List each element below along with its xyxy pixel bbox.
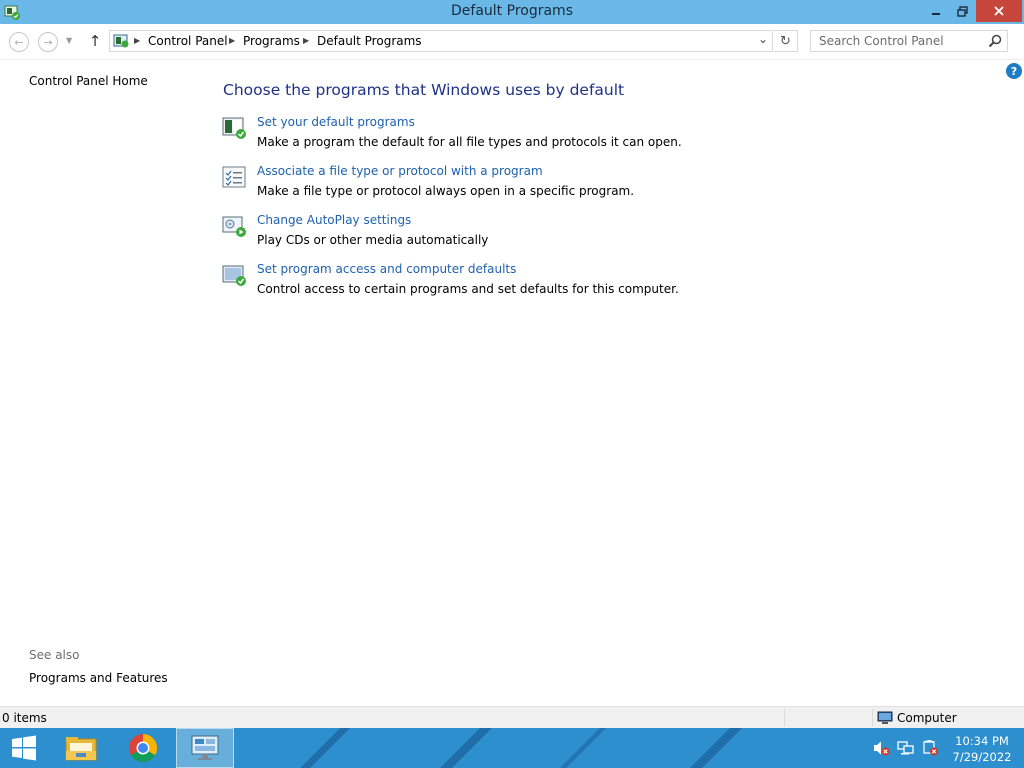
search-icon[interactable]	[987, 33, 1003, 49]
minimize-icon	[932, 13, 940, 15]
file-association-icon	[222, 166, 246, 188]
taskbar: 10:34 PM 7/29/2022	[0, 728, 1024, 768]
location-label: Computer	[897, 711, 957, 725]
folder-icon	[65, 737, 97, 761]
task-item: Set your default programs Make a program…	[221, 115, 741, 155]
default-programs-icon	[222, 117, 246, 139]
task-item: Set program access and computer defaults…	[221, 262, 741, 302]
forward-button[interactable]: →	[38, 32, 58, 52]
breadcrumb-default-programs[interactable]: Default Programs	[317, 34, 422, 48]
help-button[interactable]: ?	[1006, 63, 1022, 79]
close-button[interactable]	[976, 0, 1022, 22]
task-description: Play CDs or other media automatically	[257, 233, 489, 247]
system-clock[interactable]: 10:34 PM 7/29/2022	[952, 733, 1012, 765]
chevron-down-icon: ▼	[66, 36, 73, 45]
search-input[interactable]	[811, 31, 987, 51]
clock-date: 7/29/2022	[952, 750, 1012, 764]
breadcrumb-separator-icon[interactable]: ▶	[229, 36, 235, 45]
close-icon	[994, 6, 1004, 16]
refresh-button[interactable]: ↻	[774, 30, 798, 52]
program-access-icon	[222, 265, 246, 286]
program-access-defaults-link[interactable]: Set program access and computer defaults	[257, 262, 516, 276]
restore-icon	[956, 5, 968, 17]
recent-locations-button[interactable]: ▼	[66, 36, 72, 45]
title-bar: Default Programs	[0, 0, 1024, 24]
clock-time: 10:34 PM	[955, 734, 1009, 748]
change-autoplay-link[interactable]: Change AutoPlay settings	[257, 213, 411, 227]
programs-and-features-link[interactable]: Programs and Features	[29, 671, 168, 685]
breadcrumb-control-panel[interactable]: Control Panel	[148, 34, 228, 48]
minimize-button[interactable]	[922, 0, 950, 22]
task-description: Make a file type or protocol always open…	[257, 184, 635, 198]
control-panel-taskbar-button[interactable]	[176, 728, 234, 768]
forward-arrow-icon: →	[43, 35, 53, 49]
file-explorer-taskbar-button[interactable]	[52, 728, 110, 768]
navigation-bar: ← → ▼ ↑ ▶ Control Panel ▶ Programs ▶ Def…	[0, 24, 1024, 60]
status-bar: 0 items Computer	[0, 706, 1024, 728]
page-title: Choose the programs that Windows uses by…	[223, 81, 625, 99]
back-button[interactable]: ←	[9, 32, 29, 52]
search-box[interactable]	[810, 30, 1008, 52]
volume-muted-icon[interactable]	[872, 740, 890, 756]
control-panel-icon	[113, 34, 129, 48]
task-item: Change AutoPlay settings Play CDs or oth…	[221, 213, 741, 253]
associate-file-type-link[interactable]: Associate a file type or protocol with a…	[257, 164, 543, 178]
refresh-icon: ↻	[780, 33, 791, 49]
autoplay-icon	[222, 216, 246, 237]
start-button[interactable]	[0, 728, 48, 768]
items-count: 0 items	[2, 711, 47, 725]
breadcrumb-separator-icon[interactable]: ▶	[134, 36, 140, 45]
set-default-programs-link[interactable]: Set your default programs	[257, 115, 415, 129]
status-divider	[784, 709, 785, 726]
breadcrumb-separator-icon[interactable]: ▶	[303, 36, 309, 45]
see-also-heading: See also	[29, 648, 80, 662]
computer-icon	[877, 711, 893, 724]
back-arrow-icon: ←	[14, 35, 24, 49]
windows-logo-icon	[12, 735, 36, 761]
control-panel-icon	[191, 735, 219, 760]
task-item: Associate a file type or protocol with a…	[221, 164, 741, 204]
breadcrumb-programs[interactable]: Programs	[243, 34, 300, 48]
up-arrow-icon: ↑	[88, 32, 102, 50]
window-title: Default Programs	[451, 3, 573, 19]
task-description: Make a program the default for all file …	[257, 135, 682, 149]
help-icon: ?	[1010, 64, 1018, 78]
task-description: Control access to certain programs and s…	[257, 282, 679, 296]
restore-button[interactable]	[948, 0, 976, 22]
network-icon[interactable]	[897, 740, 915, 756]
chrome-taskbar-button[interactable]	[114, 728, 172, 768]
address-bar[interactable]: ▶ Control Panel ▶ Programs ▶ Default Pro…	[109, 30, 773, 52]
status-divider	[872, 709, 873, 726]
chrome-icon	[129, 734, 157, 762]
control-panel-home-link[interactable]: Control Panel Home	[29, 74, 148, 88]
up-button[interactable]: ↑	[86, 31, 104, 51]
action-center-icon[interactable]	[921, 740, 939, 756]
address-dropdown-icon[interactable]: ⌄	[758, 32, 768, 46]
